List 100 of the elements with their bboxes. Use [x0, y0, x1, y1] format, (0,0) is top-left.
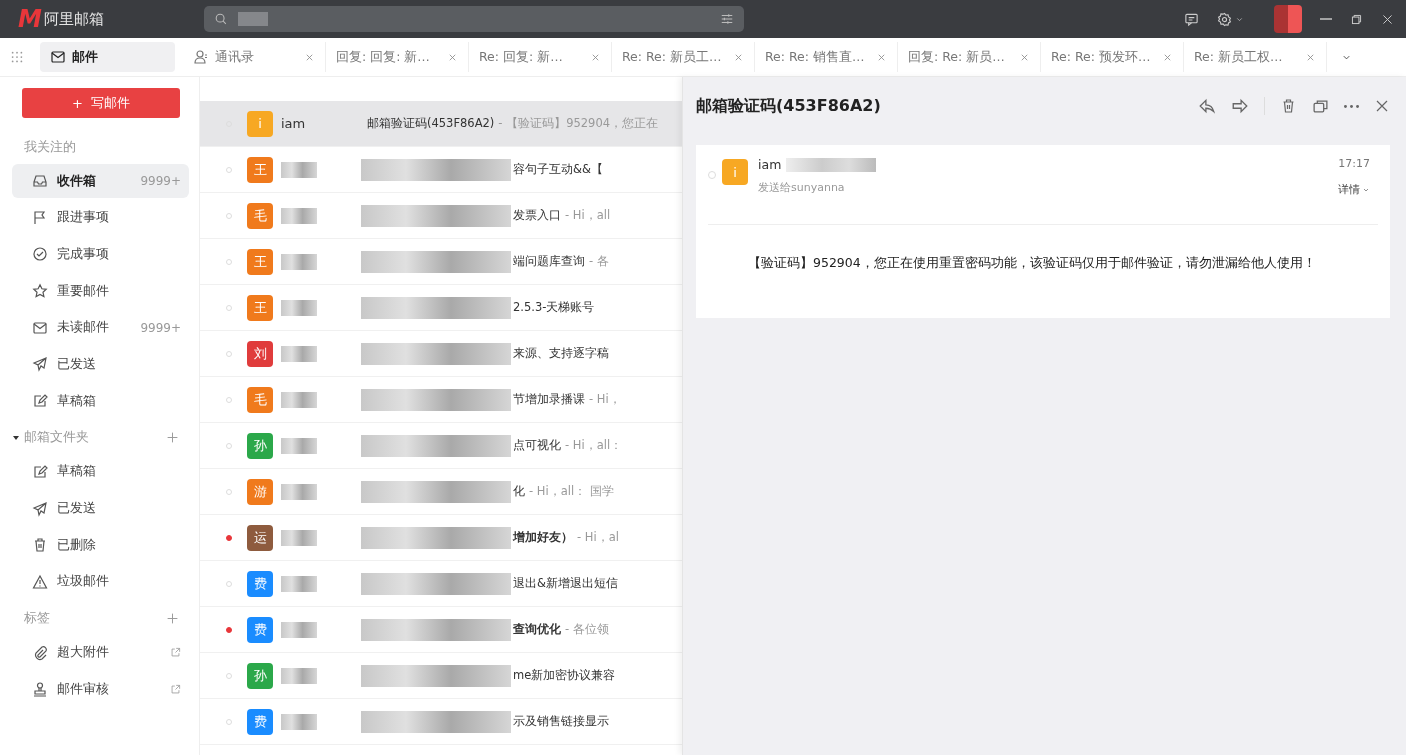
sender-avatar: 毛 — [247, 386, 273, 413]
search-field[interactable] — [204, 6, 744, 32]
folder-item[interactable]: 收件箱 9999+ — [12, 164, 189, 198]
folder-item[interactable]: 垃圾邮件 — [12, 564, 189, 599]
section-title: 标签 — [24, 610, 50, 628]
mail-preview: - 【验证码】952904，您正在 — [498, 116, 659, 131]
mail-row[interactable]: 运 增加好友） - Hi，al — [200, 515, 682, 561]
mail-row[interactable]: 费 退出&新增退出短信 — [200, 561, 682, 607]
paper-plane-icon — [32, 356, 48, 373]
folder-item[interactable]: 已发送 — [12, 491, 189, 526]
mail-row[interactable]: 孙 me新加密协议兼容 — [200, 653, 682, 699]
sender-avatar: 王 — [247, 294, 273, 321]
envelope-icon — [50, 49, 66, 65]
flag-icon — [32, 209, 48, 226]
folder-item[interactable]: 跟进事项 — [12, 200, 189, 235]
more-icon[interactable] — [1344, 104, 1359, 108]
mail-preview: - 各位领 — [565, 622, 609, 637]
caret-icon[interactable] — [12, 433, 20, 442]
tab[interactable]: Re: Re: 销售直… — [755, 42, 898, 72]
warning-icon — [32, 573, 48, 590]
folder-item[interactable]: 未读邮件 9999+ — [12, 310, 189, 345]
user-avatar[interactable] — [1274, 5, 1302, 33]
forward-icon — [1231, 97, 1249, 115]
mail-row[interactable]: 王 2.5.3-天梯账号 — [200, 285, 682, 331]
mail-preview: - Hi，all： 国学 — [529, 484, 614, 499]
mail-subject: 增加好友） — [513, 530, 573, 545]
trash-icon — [32, 537, 48, 554]
folder-item[interactable]: 重要邮件 — [12, 274, 189, 309]
mail-row[interactable]: 刘 来源、支持逐字稿 — [200, 331, 682, 377]
sender-name: iam — [281, 116, 306, 131]
recipient-line: 发送给sunyanna — [758, 180, 846, 195]
mail-row[interactable]: 费 示及销售链接显示 — [200, 699, 682, 745]
reply-icon — [1198, 97, 1216, 115]
tab[interactable]: Re: 回复: 新… — [469, 42, 612, 72]
mail-row[interactable]: 游 化 - Hi，all： 国学 — [200, 469, 682, 515]
stamp-icon — [32, 681, 48, 698]
folder-item[interactable]: 超大附件 — [12, 635, 189, 670]
tab[interactable]: 回复: Re: 新员… — [898, 42, 1041, 72]
sender-name: iam — [758, 157, 782, 172]
message-title: 邮箱验证码(453F86A2) — [696, 95, 882, 117]
tab[interactable]: Re: Re: 预发环… — [1041, 42, 1184, 72]
filter-sliders-icon — [720, 12, 734, 26]
tab[interactable]: 通讯录 — [183, 42, 326, 72]
mail-subject: me新加密协议兼容 — [513, 668, 616, 683]
sender-avatar: 费 — [247, 570, 273, 597]
redacted-block — [281, 529, 317, 546]
mail-subject: 示及销售链接显示 — [513, 714, 609, 729]
inbox-tray-icon — [32, 173, 48, 189]
mail-subject: 2.5.3-天梯账号 — [513, 300, 595, 315]
mail-row[interactable]: i iam 邮箱验证码(453F86A2) - 【验证码】952904，您正在 — [200, 101, 682, 147]
mail-subject: 退出&新增退出短信 — [513, 576, 618, 591]
restore-icon — [1350, 12, 1363, 26]
sender-avatar: 游 — [247, 478, 273, 505]
mail-row[interactable]: 毛 节增加录播课 - Hi， — [200, 377, 682, 423]
folder-item[interactable]: 草稿箱 — [12, 454, 189, 489]
mail-row[interactable]: 毛 发票入口 - Hi，all — [200, 193, 682, 239]
redacted-block — [281, 621, 317, 638]
redacted-block — [281, 391, 317, 408]
mail-row[interactable]: 孙 点可视化 - Hi，all： — [200, 423, 682, 469]
folder-item[interactable]: 草稿箱 — [12, 384, 189, 419]
folder-item[interactable]: 已发送 — [12, 347, 189, 382]
section-title: 邮箱文件夹 — [24, 429, 89, 447]
details-link[interactable]: 详情 — [1338, 182, 1370, 197]
folder-item[interactable]: 邮件审核 — [12, 672, 189, 707]
mail-subject: 点可视化 — [513, 438, 561, 453]
check-circle-icon — [32, 246, 48, 263]
sender-avatar: 孙 — [247, 662, 273, 689]
mail-subject: 邮箱验证码(453F86A2) — [367, 116, 495, 131]
redacted-block — [281, 299, 317, 316]
tab[interactable]: Re: 新员工权… — [1184, 42, 1327, 72]
envelope-icon — [32, 319, 48, 336]
mail-subject: 查询优化 — [513, 622, 561, 637]
settings-icon — [1217, 11, 1232, 27]
paper-plane-icon — [32, 500, 48, 517]
sender-avatar: 费 — [247, 708, 273, 735]
logo-mark: M — [18, 5, 41, 33]
mail-row[interactable]: 费 查询优化 - 各位领 — [200, 607, 682, 653]
tab[interactable]: Re: Re: 新员工… — [612, 42, 755, 72]
folder-item[interactable]: 已删除 — [12, 528, 189, 563]
mail-subject: 容句子互动&&【 — [513, 162, 603, 177]
edit-note-icon — [32, 393, 48, 410]
message-body: 【验证码】952904，您正在使用重置密码功能，该验证码仅用于邮件验证，请勿泄漏给他人使用！ — [747, 254, 1317, 272]
redacted-block — [281, 483, 317, 500]
sender-avatar: 刘 — [247, 340, 273, 367]
mail-preview: - Hi，all： — [565, 438, 623, 453]
section-title: 我关注的 — [24, 138, 76, 156]
folder-item[interactable]: 完成事项 — [12, 237, 189, 272]
mail-row[interactable]: 王 容句子互动&&【 — [200, 147, 682, 193]
apps-grid-icon — [10, 50, 24, 64]
sender-avatar: 毛 — [247, 202, 273, 229]
mail-preview: - Hi， — [589, 392, 621, 407]
tab[interactable]: 回复: 回复: 新… — [326, 42, 469, 72]
compose-button[interactable]: + 写邮件 — [22, 88, 180, 118]
contacts-icon — [193, 49, 209, 65]
mail-preview: - 各 — [589, 254, 609, 269]
sender-avatar: 运 — [247, 524, 273, 551]
redacted-block — [281, 345, 317, 362]
mail-subject: 发票入口 — [513, 208, 561, 223]
mail-row[interactable]: 王 端问题库查询 - 各 — [200, 239, 682, 285]
tab[interactable]: 邮件 — [40, 42, 175, 72]
